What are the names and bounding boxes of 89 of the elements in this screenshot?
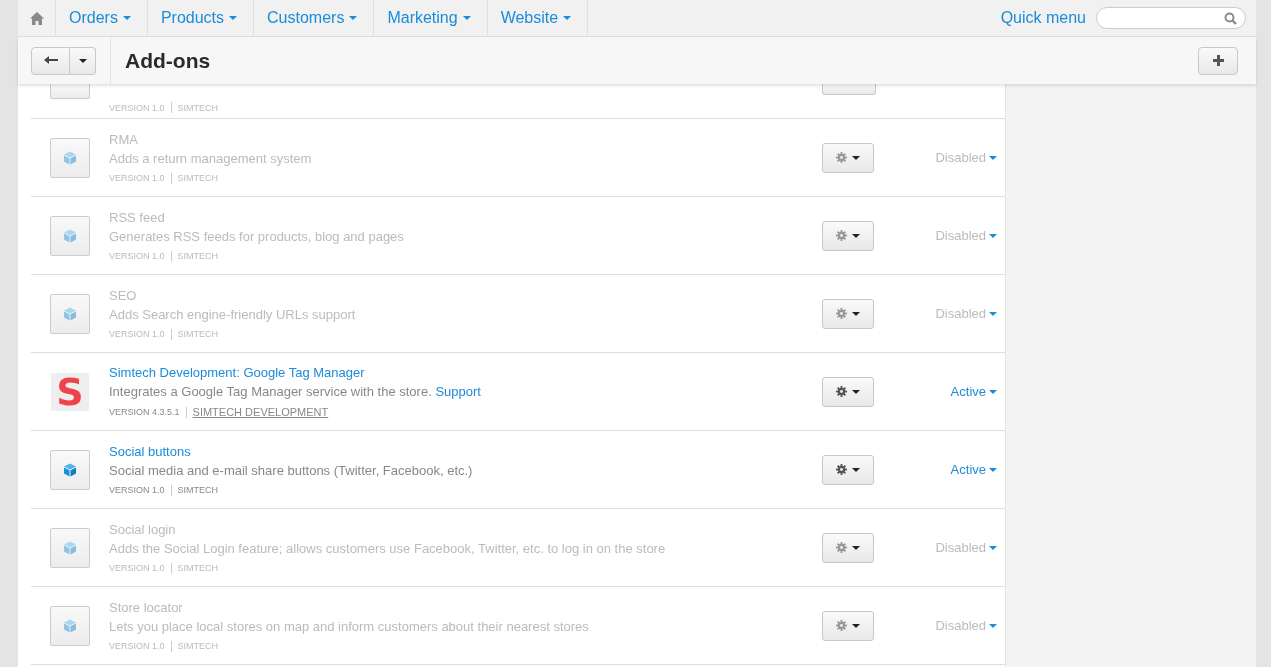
support-link[interactable]: Support	[435, 384, 481, 399]
addon-description: Adds Search engine-friendly URLs support	[109, 306, 357, 322]
caret-icon	[989, 311, 997, 316]
addon-title[interactable]: RSS feed	[109, 209, 822, 225]
cube-icon	[63, 540, 77, 555]
add-button[interactable]	[1198, 46, 1238, 75]
caret-icon	[989, 623, 997, 628]
caret-icon	[852, 545, 860, 550]
quick-menu-link[interactable]: Quick menu	[990, 0, 1096, 36]
gear-icon	[836, 308, 847, 319]
addon-title[interactable]: SEO	[109, 287, 822, 303]
nav-menu-item[interactable]: Website	[487, 0, 589, 36]
status-dropdown[interactable]: Disabled	[935, 150, 997, 165]
settings-button[interactable]	[822, 454, 874, 485]
addon-vendor: SIMTECH	[177, 485, 219, 495]
cube-icon	[63, 150, 77, 165]
status-dropdown[interactable]: Active	[950, 462, 997, 477]
nav-menu-item[interactable]: Orders	[56, 0, 148, 36]
search-icon	[1224, 11, 1237, 25]
caret-icon	[989, 155, 997, 160]
status-dropdown[interactable]: Disabled	[935, 228, 997, 243]
caret-icon	[852, 233, 860, 238]
gear-icon	[836, 464, 847, 475]
addon-description: Adds the Social Login feature; allows customers use Facebook, Twitter, etc. to log in on the store	[109, 540, 667, 556]
addon-version: VERSION 1.0	[109, 173, 165, 183]
gear-icon	[836, 230, 847, 241]
back-button[interactable]	[31, 46, 70, 75]
caret-icon	[78, 58, 87, 63]
status-dropdown[interactable]: Active	[950, 384, 997, 399]
gear-icon	[836, 386, 847, 397]
cube-icon	[63, 228, 77, 243]
addon-version: VERSION 1.0	[109, 251, 165, 261]
status-dropdown[interactable]: Disabled	[935, 618, 997, 633]
addon-description: Generates RSS feeds for products, blog and pages	[109, 228, 405, 244]
page-title: Add-ons	[125, 48, 211, 73]
addon-vendor: SIMTECH	[177, 329, 219, 339]
addon-title[interactable]: Social login	[109, 521, 822, 537]
gear-icon	[836, 542, 847, 553]
addon-description: Social media and e-mail share buttons (Twitter, Facebook, etc.)	[109, 462, 474, 478]
addon-version: VERSION 1.0	[109, 102, 165, 113]
caret-icon	[349, 16, 358, 20]
gear-icon	[836, 620, 847, 631]
addon-icon-box	[50, 84, 90, 99]
addon-title[interactable]: RMA	[109, 131, 822, 147]
addon-vendor: SIMTECH	[177, 563, 219, 573]
caret-icon	[852, 389, 860, 394]
addon-title[interactable]: Store locator	[109, 599, 822, 615]
back-arrow-icon	[43, 55, 58, 66]
search-field[interactable]	[1096, 7, 1246, 29]
caret-icon	[563, 16, 572, 20]
addon-logo: S	[51, 372, 89, 411]
addon-version: VERSION 1.0	[109, 329, 165, 339]
addon-vendor: SIMTECH	[177, 251, 219, 261]
caret-icon	[852, 623, 860, 628]
caret-icon	[989, 233, 997, 238]
addon-title[interactable]: Simtech Development: Google Tag Manager	[109, 365, 822, 380]
cube-icon	[63, 618, 77, 633]
nav-menu-item[interactable]: Customers	[254, 0, 375, 36]
caret-icon	[989, 389, 997, 394]
status-dropdown[interactable]: Disabled	[935, 306, 997, 321]
addon-title[interactable]: Social buttons	[109, 443, 822, 459]
gear-icon	[836, 152, 847, 163]
cube-icon	[63, 462, 77, 477]
caret-icon	[462, 16, 471, 20]
caret-icon	[852, 155, 860, 160]
plus-icon	[1212, 55, 1224, 66]
addon-version: VERSION 1.0	[109, 563, 165, 573]
addon-vendor: SIMTECH	[177, 102, 219, 113]
caret-icon	[122, 16, 131, 20]
addon-vendor: SIMTECH	[177, 173, 219, 183]
addon-vendor: SIMTECH	[177, 641, 219, 651]
settings-button[interactable]	[822, 376, 874, 407]
cube-icon	[63, 306, 77, 321]
nav-menu-item[interactable]: Products	[147, 0, 255, 36]
addon-version: VERSION 1.0	[109, 641, 165, 651]
addon-description: Integrates a Google Tag Manager service with the store. Support	[109, 384, 482, 399]
addon-version: VERSION 4.3.5.1	[109, 407, 180, 417]
caret-icon	[852, 467, 860, 472]
caret-icon	[989, 467, 997, 472]
addon-description: Adds a return management system	[109, 150, 313, 166]
caret-icon	[852, 311, 860, 316]
vendor-link[interactable]: SIMTECH DEVELOPMENT	[192, 406, 329, 418]
addon-description: Lets you place local stores on map and inform customers about their nearest stores	[109, 618, 590, 634]
nav-menu-item[interactable]: Marketing	[374, 0, 488, 36]
caret-icon	[989, 545, 997, 550]
dropdown-button[interactable]	[70, 46, 96, 75]
addon-version: VERSION 1.0	[109, 485, 165, 495]
status-dropdown[interactable]: Disabled	[935, 540, 997, 555]
caret-icon	[229, 16, 238, 20]
